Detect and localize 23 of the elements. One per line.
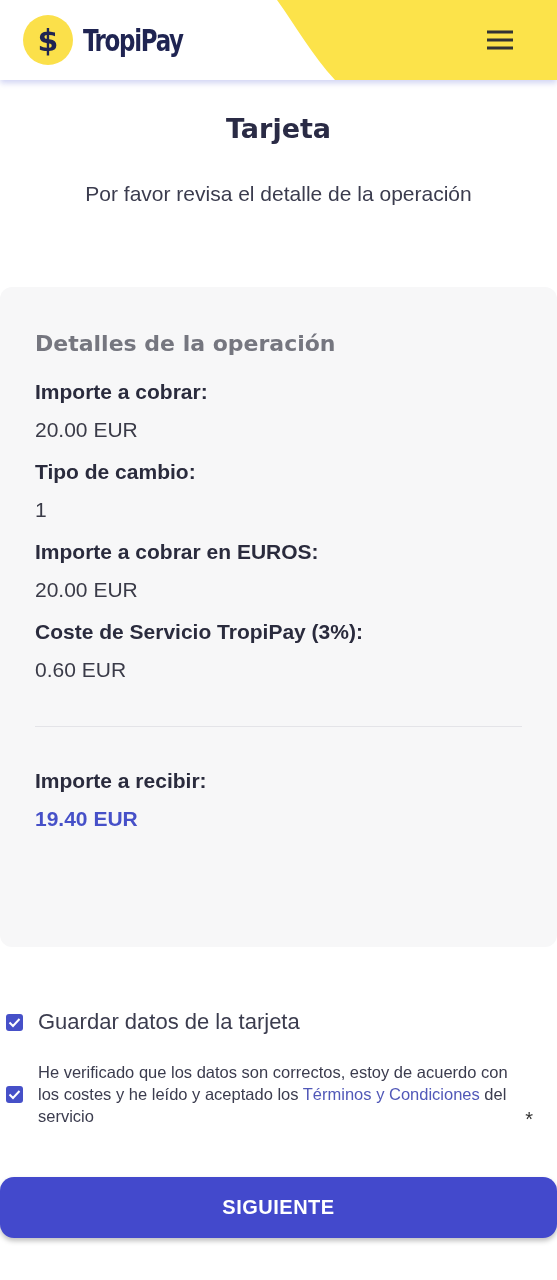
logo-text: TropiPay [83, 22, 183, 58]
terms-text: He verificado que los datos son correctos, estoy de acuerdo con los costes y he leído y aceptado los Términos y Condiciones del servicio [38, 1062, 509, 1127]
checkbox-label: Guardar datos de la tarjeta [38, 1009, 300, 1035]
total-amount: 19.40 EUR [35, 807, 138, 831]
detail-value: 20.00 EUR [35, 578, 138, 602]
checkbox[interactable] [6, 1013, 23, 1031]
next-button[interactable]: SIGUIENTE [0, 1177, 557, 1238]
page-subtitle: Por favor revisa el detalle de la operación [85, 182, 472, 206]
detail-label: Importe a cobrar en EUROS: [35, 540, 319, 564]
detail-label: Importe a recibir: [35, 769, 207, 793]
detail-label: Coste de Servicio TropiPay (3%): [35, 620, 363, 644]
detail-label: Tipo de cambio: [35, 460, 196, 484]
detail-value: 20.00 EUR [35, 418, 138, 442]
required-mark: * [525, 1108, 533, 1131]
detail-label: Importe a cobrar: [35, 380, 208, 404]
checkbox[interactable] [6, 1085, 23, 1103]
terms-link[interactable]: Términos y Condiciones [302, 1085, 480, 1103]
page-title: Tarjeta [225, 113, 332, 144]
menu-icon[interactable] [486, 30, 514, 50]
detail-value: 1 [35, 498, 47, 522]
logo-icon: $ [23, 15, 73, 65]
section-heading: Detalles de la operación [35, 331, 336, 356]
detail-value: 0.60 EUR [35, 658, 127, 682]
